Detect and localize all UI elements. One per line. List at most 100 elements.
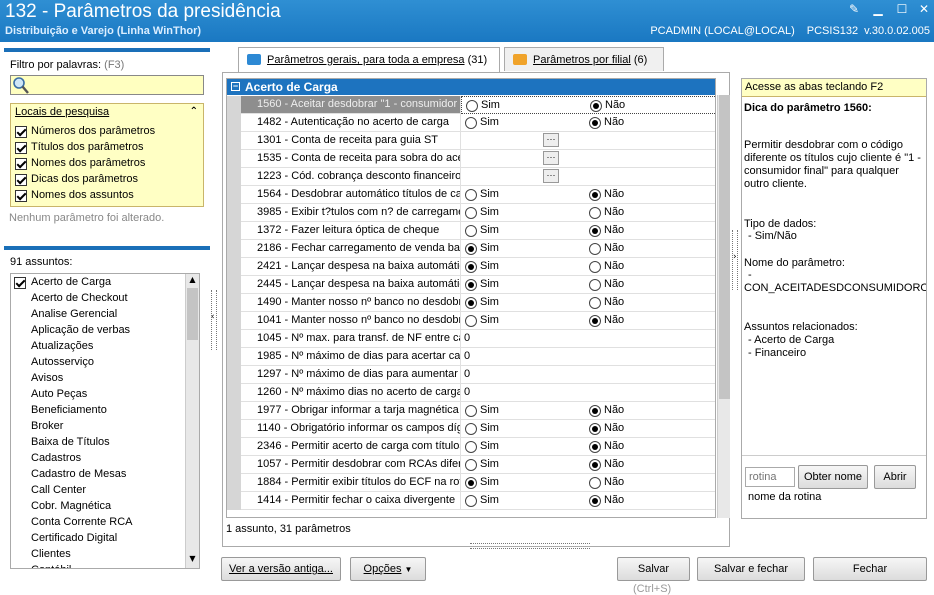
parameter-row[interactable]: 2346 - Permitir acerto de carga com títu… <box>227 438 715 456</box>
parameter-name[interactable]: 1535 - Conta de receita para sobra do ac… <box>241 150 461 168</box>
parameter-row[interactable]: 1560 - Aceitar desdobrar "1 - consumidor… <box>227 96 715 114</box>
radio-nao[interactable] <box>589 297 601 309</box>
radio-sim[interactable] <box>465 297 477 309</box>
parameter-name[interactable]: 1985 - Nº máximo de dias para acertar ca… <box>241 348 461 366</box>
parameter-value[interactable]: 0 <box>461 330 715 348</box>
parameter-name[interactable]: 1301 - Conta de receita para guia ST <box>241 132 461 150</box>
rotina-input[interactable] <box>745 467 795 487</box>
radio-sim[interactable] <box>465 243 477 255</box>
parameter-value[interactable]: Sim Não <box>461 438 715 456</box>
parameter-name[interactable]: 1490 - Manter nosso nº banco no desdobra… <box>241 294 461 312</box>
parameter-name[interactable]: 2445 - Lançar despesa na baixa automátic… <box>241 276 461 294</box>
options-button[interactable]: Opções ▼ <box>350 557 426 581</box>
subject-item[interactable]: Analise Gerencial <box>31 308 117 320</box>
parameter-name[interactable]: 2346 - Permitir acerto de carga com títu… <box>241 438 461 456</box>
parameter-row[interactable]: 1482 - Autenticação no acerto de carga Si… <box>227 114 715 132</box>
subject-item[interactable]: Acerto de Carga <box>31 276 111 288</box>
parameter-text-value[interactable]: 0 <box>464 366 470 383</box>
parameter-value[interactable]: 0 <box>461 384 715 402</box>
subject-item[interactable]: Auto Peças <box>31 388 87 400</box>
subject-item[interactable]: Contábil <box>31 564 71 568</box>
parameter-row[interactable]: 3985 - Exibir t?tulos com n? de carregam… <box>227 204 715 222</box>
checkbox-numeros[interactable] <box>15 126 27 138</box>
parameter-name[interactable]: 2421 - Lançar despesa na baixa automátic… <box>241 258 461 276</box>
parameter-value[interactable]: Sim Não <box>461 258 715 276</box>
save-close-button[interactable]: Salvar e fechar <box>697 557 805 581</box>
group-header[interactable]: − Acerto de Carga <box>227 79 715 95</box>
subject-item[interactable]: Cadastro de Mesas <box>31 468 126 480</box>
minimize-icon[interactable]: ▁ <box>870 2 886 16</box>
parameter-value[interactable]: ··· <box>461 150 715 168</box>
subject-item[interactable]: Acerto de Checkout <box>31 292 128 304</box>
subject-item[interactable]: Cadastros <box>31 452 81 464</box>
parameter-name[interactable]: 1414 - Permitir fechar o caixa divergent… <box>241 492 461 510</box>
tab-parametros-filial[interactable]: Parâmetros por filial (6) <box>504 47 664 71</box>
radio-sim[interactable] <box>465 279 477 291</box>
radio-sim[interactable] <box>465 477 477 489</box>
search-icon[interactable] <box>12 76 29 94</box>
radio-nao[interactable] <box>589 207 601 219</box>
parameter-name[interactable]: 1372 - Fazer leitura óptica de cheque <box>241 222 461 240</box>
radio-sim[interactable] <box>465 315 477 327</box>
parameter-name[interactable]: 1057 - Permitir desdobrar com RCAs difer… <box>241 456 461 474</box>
radio-nao[interactable] <box>589 261 601 273</box>
subject-checkbox[interactable] <box>14 277 26 289</box>
parameter-text-value[interactable]: 0 <box>464 384 470 401</box>
collapse-group-icon[interactable]: − <box>231 82 240 91</box>
lookup-icon[interactable]: ··· <box>543 133 559 147</box>
parameter-row[interactable]: 1260 - Nº máximo dias no acerto de carga… <box>227 384 715 402</box>
parameter-value[interactable]: 0 <box>461 348 715 366</box>
parameter-row[interactable]: 1884 - Permitir exibir títulos do ECF na… <box>227 474 715 492</box>
filter-input[interactable] <box>10 75 204 95</box>
radio-nao[interactable] <box>589 441 601 453</box>
parameter-value[interactable]: 0 <box>461 366 715 384</box>
radio-nao[interactable] <box>589 189 601 201</box>
parameter-row[interactable]: 2421 - Lançar despesa na baixa automátic… <box>227 258 715 276</box>
radio-sim[interactable] <box>465 459 477 471</box>
parameter-value[interactable]: ··· <box>461 168 715 186</box>
parameter-value[interactable]: Sim Não <box>461 402 715 420</box>
radio-sim[interactable] <box>465 117 477 129</box>
radio-nao[interactable] <box>589 477 601 489</box>
parameter-row[interactable]: 2445 - Lançar despesa na baixa automátic… <box>227 276 715 294</box>
parameter-name[interactable]: 1045 - Nº max. para transf. de NF entre … <box>241 330 461 348</box>
parameter-row[interactable]: 1045 - Nº max. para transf. de NF entre … <box>227 330 715 348</box>
close-button[interactable]: Fechar <box>813 557 927 581</box>
parameter-row[interactable]: 1977 - Obrigar informar a tarja magnétic… <box>227 402 715 420</box>
parameter-row[interactable]: 1414 - Permitir fechar o caixa divergent… <box>227 492 715 510</box>
parameter-value[interactable]: Sim Não <box>461 312 715 330</box>
parameter-row[interactable]: 1372 - Fazer leitura óptica de cheque Sim… <box>227 222 715 240</box>
parameter-name[interactable]: 1884 - Permitir exibir títulos do ECF na… <box>241 474 461 492</box>
subject-item[interactable]: Certificado Digital <box>31 532 117 544</box>
parameter-value[interactable]: Sim Não <box>461 186 715 204</box>
subject-item[interactable]: Autosserviço <box>31 356 94 368</box>
parameter-name[interactable]: 1564 - Desdobrar automático títulos de c… <box>241 186 461 204</box>
radio-nao[interactable] <box>589 405 601 417</box>
parameter-value[interactable]: Sim Não <box>461 114 715 132</box>
subject-item[interactable]: Call Center <box>31 484 86 496</box>
parameter-name[interactable]: 3985 - Exibir t?tulos com n? de carregam… <box>241 204 461 222</box>
parameter-value[interactable]: Sim Não <box>461 492 715 510</box>
radio-nao[interactable] <box>589 117 601 129</box>
right-splitter[interactable]: › <box>732 230 738 290</box>
parameter-row[interactable]: 1041 - Manter nosso nº banco no desdobra… <box>227 312 715 330</box>
radio-sim[interactable] <box>465 441 477 453</box>
radio-nao[interactable] <box>589 243 601 255</box>
subjects-list[interactable]: Acerto de Carga Acerto de Checkout Analise… <box>10 273 200 569</box>
subject-item[interactable]: Baixa de Títulos <box>31 436 110 448</box>
checkbox-assuntos[interactable] <box>15 190 27 202</box>
maximize-icon[interactable]: ☐ <box>894 2 910 16</box>
parameter-value[interactable]: Sim Não <box>461 204 715 222</box>
radio-sim[interactable] <box>465 261 477 273</box>
radio-nao[interactable] <box>589 225 601 237</box>
radio-sim[interactable] <box>465 495 477 507</box>
radio-nao[interactable] <box>589 495 601 507</box>
subject-item[interactable]: Beneficiamento <box>31 404 107 416</box>
parameter-name[interactable]: 2186 - Fechar carregamento de venda balc… <box>241 240 461 258</box>
parameter-value[interactable]: Sim Não <box>461 276 715 294</box>
lookup-icon[interactable]: ··· <box>543 151 559 165</box>
subject-item[interactable]: Broker <box>31 420 63 432</box>
lookup-icon[interactable]: ··· <box>543 169 559 183</box>
parameter-value[interactable]: Sim Não <box>461 240 715 258</box>
subject-item[interactable]: Aplicação de verbas <box>31 324 130 336</box>
